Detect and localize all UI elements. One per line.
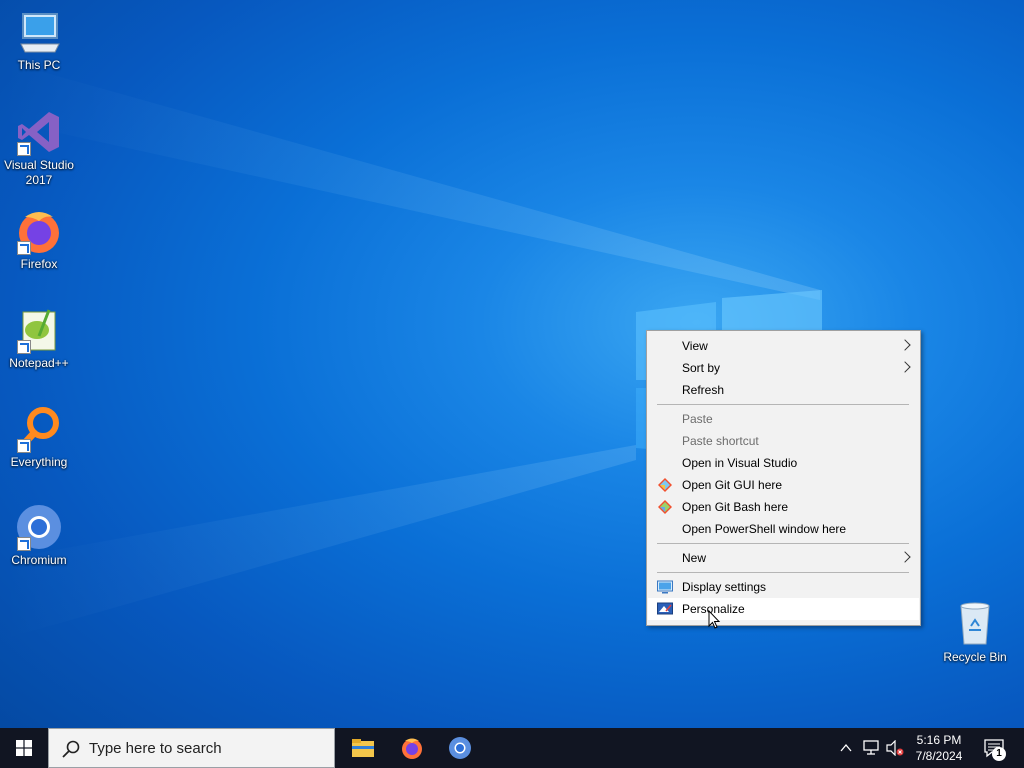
menu-item-label: View	[682, 339, 708, 353]
notepadpp-icon	[15, 306, 63, 354]
menu-item-label: Open PowerShell window here	[682, 522, 847, 536]
start-button[interactable]	[0, 728, 48, 768]
menu-separator	[657, 404, 909, 405]
chromium-shortcut[interactable]: Chromium	[0, 503, 79, 568]
desktop-icon-label: Notepad++	[9, 356, 69, 370]
menu-item-paste: Paste	[648, 408, 919, 430]
firefox-shortcut[interactable]: Firefox	[0, 207, 79, 272]
action-center-button[interactable]: 1	[980, 728, 1024, 768]
taskbar-firefox[interactable]	[388, 728, 436, 768]
menu-separator	[657, 543, 909, 544]
clock-date: 7/8/2024	[915, 749, 963, 763]
shortcut-arrow-icon	[17, 142, 31, 156]
shortcut-arrow-icon	[17, 241, 31, 255]
menu-item-sort-by[interactable]: Sort by	[648, 357, 919, 379]
chevron-right-icon	[899, 551, 911, 563]
menu-item-open-git-gui[interactable]: Open Git GUI here	[648, 474, 919, 496]
desktop-icon-label: Everything	[10, 455, 68, 469]
network-icon[interactable]	[862, 740, 880, 756]
notification-count-badge: 1	[992, 747, 1006, 761]
git-bash-icon	[658, 500, 672, 514]
this-pc-icon	[15, 8, 63, 56]
menu-item-new[interactable]: New	[648, 547, 919, 569]
everything-shortcut[interactable]: Everything	[0, 405, 79, 470]
clock-time: 5:16 PM	[916, 733, 962, 747]
windows-start-icon	[16, 740, 32, 756]
menu-item-label: Sort by	[682, 361, 721, 375]
shortcut-arrow-icon	[17, 537, 31, 551]
chromium-icon	[449, 737, 471, 759]
taskbar-search-box[interactable]: Type here to search	[48, 728, 335, 768]
visual-studio-icon	[15, 108, 63, 156]
menu-item-label: New	[682, 551, 707, 565]
search-icon	[62, 740, 80, 758]
menu-item-personalize[interactable]: Personalize	[648, 598, 919, 620]
menu-item-label: Paste shortcut	[682, 434, 759, 448]
shortcut-arrow-icon	[17, 439, 31, 453]
menu-item-open-git-bash[interactable]: Open Git Bash here	[648, 496, 919, 518]
desktop-icon-label: Firefox	[20, 257, 58, 271]
taskbar-chromium[interactable]	[436, 728, 484, 768]
menu-item-open-powershell[interactable]: Open PowerShell window here	[648, 518, 919, 540]
desktop-icon-label: Recycle Bin	[943, 650, 1007, 664]
chromium-icon	[15, 503, 63, 551]
menu-item-label: Open in Visual Studio	[682, 456, 798, 470]
personalize-icon	[657, 602, 673, 615]
chevron-right-icon	[899, 339, 911, 351]
firefox-icon	[402, 738, 422, 759]
file-explorer-icon	[352, 739, 374, 757]
git-gui-icon	[658, 478, 672, 492]
mouse-cursor-icon	[708, 610, 721, 629]
menu-item-view[interactable]: View	[648, 335, 919, 357]
recycle-bin-icon	[951, 600, 999, 648]
firefox-icon	[15, 207, 63, 255]
desktop-icon-label: Visual Studio 2017	[4, 158, 74, 187]
notepadpp-shortcut[interactable]: Notepad++	[0, 306, 79, 371]
taskbar-file-explorer[interactable]	[339, 728, 387, 768]
this-pc-shortcut[interactable]: This PC	[0, 8, 79, 73]
taskbar-clock[interactable]: 5:16 PM 7/8/2024	[904, 732, 974, 764]
chevron-up-icon[interactable]	[840, 742, 852, 754]
menu-item-label: Refresh	[682, 383, 725, 397]
menu-item-label: Open Git GUI here	[682, 478, 783, 492]
volume-muted-icon[interactable]	[886, 740, 904, 756]
menu-item-label: Display settings	[682, 580, 767, 594]
shortcut-arrow-icon	[17, 340, 31, 354]
desktop-icon-label: Chromium	[11, 553, 67, 567]
menu-item-label: Open Git Bash here	[682, 500, 789, 514]
menu-item-open-in-visual-studio[interactable]: Open in Visual Studio	[648, 452, 919, 474]
chevron-right-icon	[899, 361, 911, 373]
recycle-bin-shortcut[interactable]: Recycle Bin	[935, 600, 1015, 665]
menu-item-label: Paste	[682, 412, 713, 426]
search-placeholder: Type here to search	[89, 740, 222, 757]
menu-separator	[657, 572, 909, 573]
menu-item-display-settings[interactable]: Display settings	[648, 576, 919, 598]
visual-studio-shortcut[interactable]: Visual Studio 2017	[0, 108, 79, 188]
desktop-context-menu: View Sort by Refresh Paste Paste shortcu…	[646, 330, 921, 626]
display-settings-icon	[657, 580, 673, 594]
menu-item-paste-shortcut: Paste shortcut	[648, 430, 919, 452]
taskbar: Type here to search 5:16 PM 7/8/2024 1	[0, 728, 1024, 768]
desktop-icon-label: This PC	[17, 58, 61, 72]
menu-item-refresh[interactable]: Refresh	[648, 379, 919, 401]
everything-search-icon	[15, 405, 63, 453]
